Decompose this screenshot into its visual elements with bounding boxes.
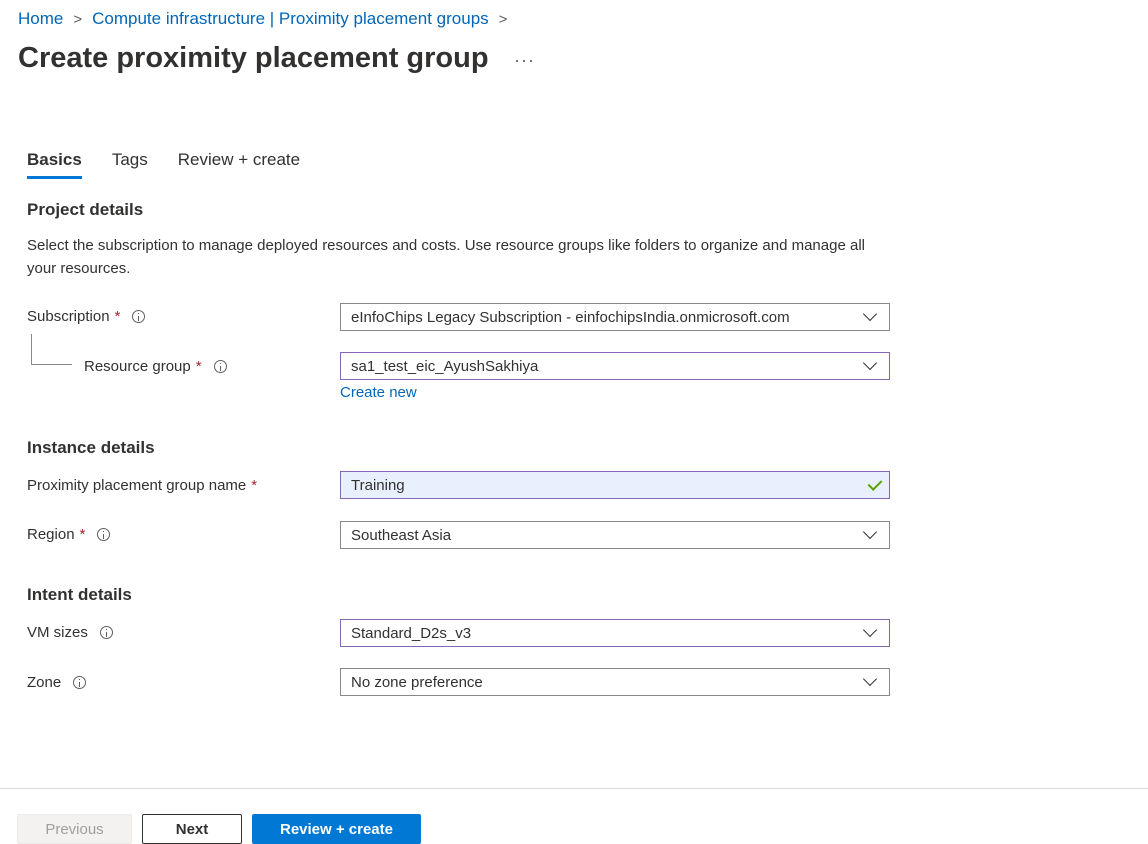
subscription-dropdown[interactable]: eInfoChips Legacy Subscription - einfoch… — [340, 303, 890, 331]
vm-sizes-label: VM sizes — [27, 624, 113, 641]
resource-group-label-text: Resource group — [84, 358, 191, 375]
chevron-right-icon: > — [498, 10, 508, 28]
chevron-down-icon — [862, 622, 878, 638]
required-marker: * — [251, 477, 258, 494]
review-create-button[interactable]: Review + create — [252, 814, 421, 844]
chevron-down-icon — [862, 355, 878, 371]
ppg-name-label: Proximity placement group name * — [27, 477, 257, 494]
info-icon[interactable] — [213, 360, 227, 373]
section-intent-details: Intent details — [27, 585, 132, 604]
ppg-name-input[interactable]: Training — [340, 471, 890, 499]
project-description: Select the subscription to manage deploy… — [27, 237, 865, 277]
region-value: Southeast Asia — [351, 526, 452, 544]
previous-button[interactable]: Previous — [17, 814, 132, 844]
vm-sizes-dropdown[interactable]: Standard_D2s_v3 — [340, 619, 890, 647]
region-label-text: Region — [27, 526, 75, 543]
zone-dropdown[interactable]: No zone preference — [340, 668, 890, 696]
tab-bar: Basics Tags Review + create — [27, 150, 330, 179]
ppg-name-value: Training — [351, 476, 405, 494]
subscription-label: Subscription * — [27, 308, 146, 325]
ppg-name-label-text: Proximity placement group name — [27, 477, 247, 494]
subscription-value: eInfoChips Legacy Subscription - einfoch… — [351, 308, 790, 326]
region-dropdown[interactable]: Southeast Asia — [340, 521, 890, 549]
create-new-link[interactable]: Create new — [340, 384, 417, 401]
info-icon[interactable] — [132, 310, 146, 323]
zone-label-text: Zone — [27, 674, 62, 691]
region-label: Region * — [27, 526, 111, 543]
info-icon[interactable] — [97, 528, 111, 541]
chevron-down-icon — [862, 524, 878, 540]
vm-sizes-value: Standard_D2s_v3 — [351, 624, 472, 642]
section-project-details: Project details — [27, 200, 144, 219]
chevron-down-icon — [862, 671, 878, 687]
tab-tags[interactable]: Tags — [112, 150, 148, 179]
next-button[interactable]: Next — [142, 814, 242, 844]
breadcrumb-home-link[interactable]: Home — [18, 9, 63, 29]
tab-review-create[interactable]: Review + create — [178, 150, 300, 179]
zone-value: No zone preference — [351, 673, 483, 691]
breadcrumb-parent-link[interactable]: Compute infrastructure | Proximity place… — [92, 9, 489, 29]
zone-label: Zone — [27, 674, 87, 691]
required-marker: * — [114, 308, 121, 325]
resource-group-dropdown[interactable]: sa1_test_eic_AyushSakhiya — [340, 352, 890, 380]
page-title: Create proximity placement group — [18, 42, 489, 74]
required-marker: * — [79, 526, 86, 543]
resource-group-value: sa1_test_eic_AyushSakhiya — [351, 357, 539, 375]
resource-group-label: Resource group * — [84, 358, 227, 375]
tab-basics[interactable]: Basics — [27, 150, 82, 179]
chevron-right-icon: > — [73, 10, 83, 28]
info-icon[interactable] — [99, 626, 113, 639]
required-marker: * — [195, 358, 202, 375]
info-icon[interactable] — [73, 676, 87, 689]
more-options-icon[interactable]: ··· — [514, 50, 535, 71]
footer-divider — [0, 788, 1148, 789]
vm-sizes-label-text: VM sizes — [27, 624, 88, 641]
chevron-down-icon — [862, 306, 878, 322]
breadcrumb: Home > Compute infrastructure | Proximit… — [18, 9, 517, 29]
tree-connector — [31, 334, 72, 365]
subscription-label-text: Subscription — [27, 308, 110, 325]
section-instance-details: Instance details — [27, 438, 155, 457]
